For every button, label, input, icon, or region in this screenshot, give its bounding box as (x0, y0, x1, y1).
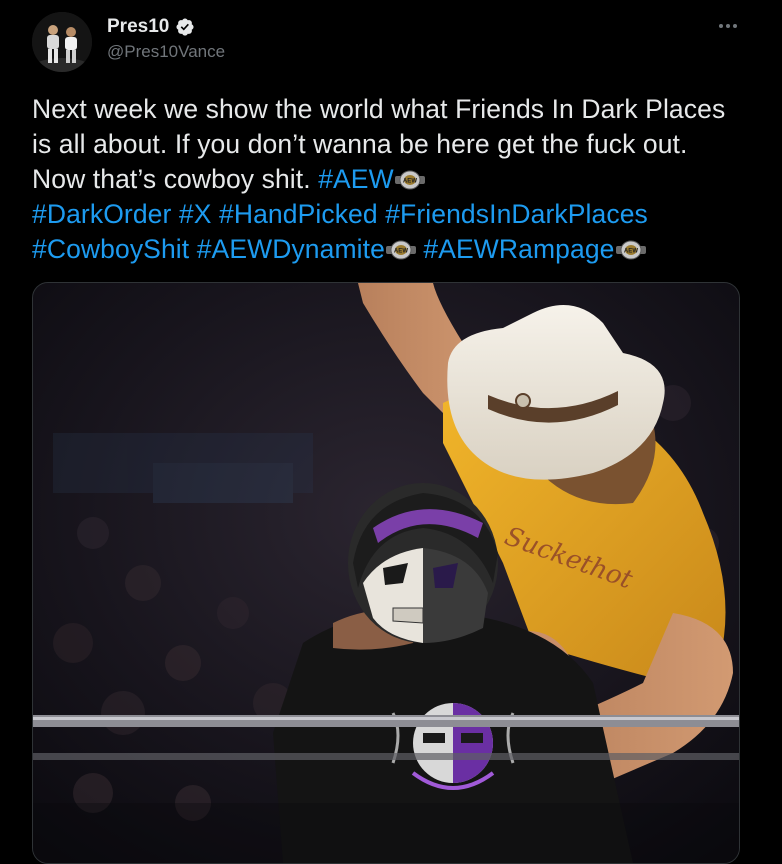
hashtag-aewrampage[interactable]: #AEWRampage (423, 234, 614, 264)
hashtag-handpicked[interactable]: #HandPicked (219, 199, 378, 229)
aew-belt-emoji-icon: AEW (385, 234, 416, 260)
verified-badge-icon (175, 17, 195, 37)
tweet[interactable]: Pres10 @Pres10Vance Next week we show th… (0, 0, 782, 864)
hashtag-friendsindarkplaces[interactable]: #FriendsInDarkPlaces (385, 199, 648, 229)
hashtag-aewdynamite[interactable]: #AEWDynamite (197, 234, 385, 264)
hashtag-cowboyshit[interactable]: #CowboyShit (32, 234, 189, 264)
svg-text:AEW: AEW (394, 249, 409, 255)
more-options-icon[interactable] (716, 14, 740, 38)
wrestling-photo: Suckethot (33, 283, 739, 863)
aew-belt-emoji-icon: AEW (615, 234, 646, 260)
hashtag-x[interactable]: #X (179, 199, 212, 229)
svg-text:AEW: AEW (403, 179, 418, 185)
avatar[interactable] (32, 12, 92, 72)
aew-belt-emoji-icon: AEW (394, 164, 425, 190)
svg-text:AEW: AEW (623, 249, 638, 255)
user-handle[interactable]: @Pres10Vance (107, 42, 225, 62)
tweet-media-image[interactable]: Suckethot (32, 282, 740, 864)
user-header: Pres10 @Pres10Vance (107, 14, 225, 62)
avatar-image (32, 12, 92, 72)
display-name[interactable]: Pres10 (107, 16, 169, 38)
hashtag-aew[interactable]: #AEW (318, 164, 394, 194)
hashtag-darkorder[interactable]: #DarkOrder (32, 199, 171, 229)
tweet-text: Next week we show the world what Friends… (32, 92, 742, 267)
